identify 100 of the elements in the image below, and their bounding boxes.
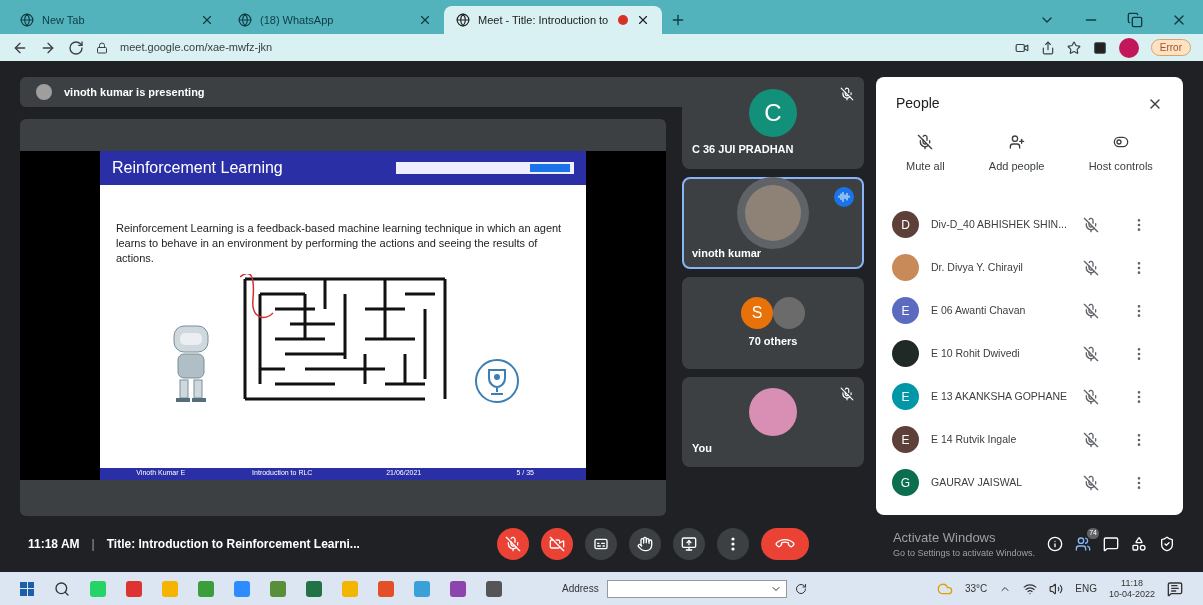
avatar: E <box>892 426 919 453</box>
participant-row[interactable]: E 10 Rohit Dwivedi <box>892 339 1147 368</box>
start-icon[interactable] <box>20 581 34 596</box>
captions-button[interactable] <box>584 528 617 560</box>
profile-error-button[interactable]: Error <box>1150 39 1191 56</box>
avatar: E <box>892 297 919 324</box>
taskbar-app-icon[interactable] <box>126 580 142 597</box>
others-count: 70 others <box>748 333 798 349</box>
address-label: Address <box>562 582 599 596</box>
meeting-title: Title: Introduction to Reinforcement Learni... <box>106 536 361 553</box>
raise-hand-button[interactable] <box>628 528 661 560</box>
volume-icon[interactable] <box>1049 581 1064 596</box>
muted-mic-icon <box>1083 474 1099 491</box>
chat-icon[interactable] <box>1103 536 1119 552</box>
captions-icon <box>592 536 609 552</box>
people-icon[interactable] <box>1075 536 1091 552</box>
close-tab-icon[interactable] <box>636 13 650 27</box>
participant-name: E 14 Rutvik Ingale <box>931 431 1018 447</box>
panel-action-button[interactable]: Mute all <box>906 134 945 175</box>
reload-icon[interactable] <box>68 39 84 56</box>
muted-mic-icon <box>1083 302 1099 319</box>
participant-row[interactable]: E E 14 Rutvik Ingale <box>892 425 1147 454</box>
more-options-button[interactable] <box>716 528 749 560</box>
camera-off-icon <box>548 536 565 552</box>
mic-off-icon <box>504 536 521 552</box>
temperature: 33°C <box>964 582 988 596</box>
taskbar-app-icon[interactable] <box>486 580 502 597</box>
participant-row[interactable]: D Div-D_40 ABHISHEK SHIN... <box>892 210 1147 239</box>
participant-name: C 36 JUI PRADHAN <box>691 141 794 157</box>
network-icon[interactable] <box>1023 581 1038 596</box>
muted-mic-icon <box>1083 431 1099 448</box>
participant-row[interactable]: E E 13 AKANKSHA GOPHANE <box>892 382 1147 411</box>
slide-paragraph: Reinforcement Learning is a feedback-based machine learning technique in which an agent learns to behave in an environment by performing the actions and seeing the results of actions. <box>115 221 563 266</box>
bookmark-star-icon[interactable] <box>1066 40 1081 55</box>
mic-off-icon <box>917 134 934 150</box>
url-text[interactable]: meet.google.com/xae-mwfz-jkn <box>120 39 1003 56</box>
browser-tab[interactable]: New Tab <box>8 6 226 34</box>
restore-icon[interactable] <box>1127 12 1143 28</box>
camera-off-button[interactable] <box>540 528 573 560</box>
taskbar-app-icon[interactable] <box>270 580 286 597</box>
panel-action-button[interactable]: Host controls <box>1088 134 1153 175</box>
separator: | <box>90 536 96 553</box>
search-icon[interactable] <box>54 580 70 597</box>
activation-hint: Go to Settings to activate Windows. <box>892 547 1035 560</box>
muted-mic-icon <box>1083 259 1099 276</box>
participant-name: vinoth kumar <box>691 245 762 261</box>
profile-avatar[interactable] <box>1118 37 1139 58</box>
language-indicator[interactable]: ENG <box>1075 581 1097 596</box>
participant-name: Div-D_40 ABHISHEK SHIN... <box>931 216 1068 232</box>
go-icon[interactable] <box>794 582 807 595</box>
present-button[interactable] <box>672 528 705 560</box>
present-screen-icon <box>680 536 697 552</box>
activities-icon[interactable] <box>1131 536 1147 552</box>
microphone-off-button[interactable] <box>496 528 529 560</box>
speaking-indicator-icon <box>838 191 850 203</box>
taskbar-app-icon[interactable] <box>378 580 394 597</box>
slide-title: Reinforcement Learning <box>112 158 283 178</box>
toggle-icon <box>1112 134 1129 150</box>
presenting-text: vinoth kumar is presenting <box>64 84 205 100</box>
taskbar-app-icon[interactable] <box>306 580 322 597</box>
avatar-photo-placeholder <box>773 296 805 329</box>
leave-call-button[interactable] <box>760 528 809 560</box>
muted-mic-icon <box>1083 345 1099 362</box>
participant-name: E 06 Awanti Chavan <box>931 302 1027 318</box>
lock-icon <box>96 41 108 54</box>
site-icon <box>20 13 34 27</box>
browser-tab[interactable]: (18) WhatsApp <box>226 6 444 34</box>
presenter-avatar <box>36 84 52 100</box>
person-plus-icon <box>1008 134 1025 150</box>
share-icon[interactable] <box>1040 40 1055 55</box>
avatar: G <box>892 469 919 496</box>
participant-name: You <box>691 440 712 456</box>
sidebar-icon[interactable] <box>1092 40 1107 55</box>
new-tab-icon[interactable] <box>670 12 686 28</box>
trophy-icon <box>474 358 520 404</box>
participant-row[interactable]: E E 06 Awanti Chavan <box>892 296 1147 325</box>
address-input-field[interactable] <box>606 579 787 598</box>
avatar: E <box>892 383 919 410</box>
avatar: C <box>749 88 797 137</box>
taskbar-app-icon[interactable] <box>234 580 250 597</box>
tab-title: New Tab <box>42 12 86 28</box>
site-icon <box>456 13 470 27</box>
taskbar-app-icon[interactable] <box>450 580 466 597</box>
participant-name: E 10 Rohit Dwivedi <box>931 345 1021 361</box>
participant-name: GAURAV JAISWAL <box>931 474 1024 490</box>
panel-action-button[interactable]: Add people <box>988 134 1045 175</box>
participant-name: Dr. Divya Y. Chirayil <box>931 259 1024 275</box>
activation-title: Activate Windows <box>892 528 996 547</box>
avatar: S <box>741 296 773 329</box>
more-options-icon <box>730 537 735 551</box>
meeting-details-icon[interactable] <box>1047 536 1063 552</box>
browser-tab[interactable]: Meet - Title: Introduction to <box>444 6 662 34</box>
tab-title: Meet - Title: Introduction to <box>478 12 610 28</box>
taskbar-app-icon[interactable] <box>198 580 214 597</box>
clock-time: 11:18 <box>1121 577 1143 589</box>
participant-row[interactable]: G GAURAV JAISWAL <box>892 468 1147 497</box>
notifications-icon[interactable] <box>1167 580 1183 597</box>
participant-row[interactable]: Dr. Divya Y. Chirayil <box>892 253 1147 282</box>
host-controls-icon[interactable] <box>1159 536 1175 552</box>
participant-name: E 13 AKANKSHA GOPHANE <box>931 388 1068 404</box>
